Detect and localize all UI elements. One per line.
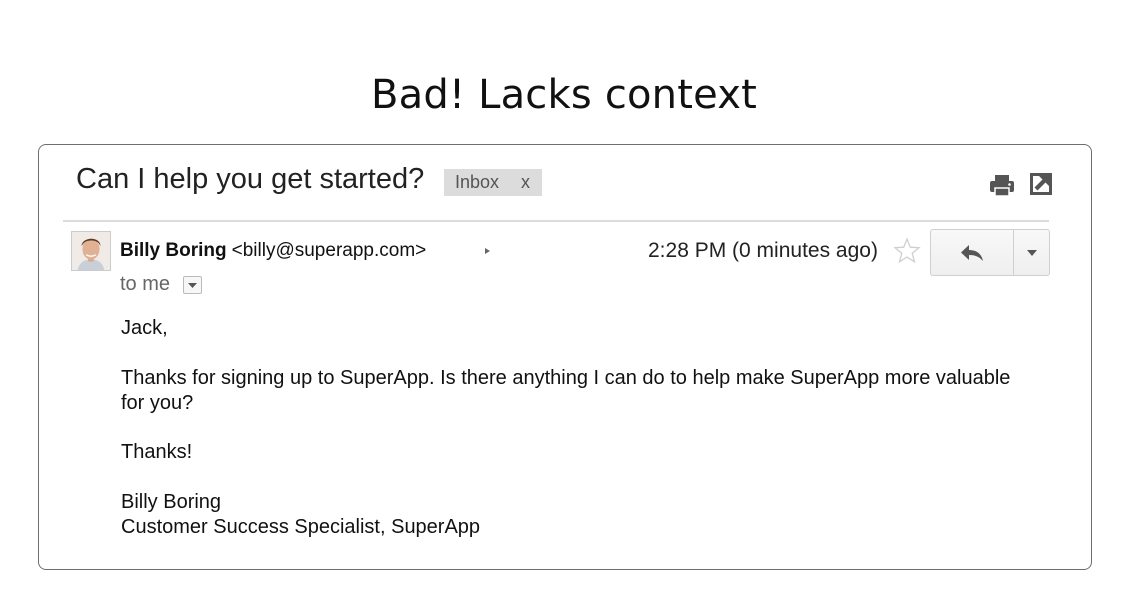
new-window-icon[interactable] — [1029, 172, 1053, 196]
caret-down-icon — [188, 282, 197, 288]
recipient-details-dropdown[interactable] — [183, 276, 202, 294]
sender-name[interactable]: Billy Boring — [120, 240, 227, 261]
sender-email: <billy@superapp.com> — [231, 240, 427, 261]
show-details-icon[interactable] — [484, 247, 492, 255]
header-divider — [63, 220, 1049, 222]
sender-line: Billy Boring <billy@superapp.com> — [120, 240, 426, 262]
reply-arrow-icon — [961, 244, 983, 261]
email-message: Thanks for signing up to SuperApp. Is th… — [121, 367, 1011, 414]
email-timestamp: 2:28 PM (0 minutes ago) — [648, 239, 878, 262]
print-icon[interactable] — [989, 173, 1015, 197]
recipient-text: to me — [120, 273, 171, 295]
remove-label-button[interactable]: x — [521, 172, 530, 193]
signature-name: Billy Boring — [121, 491, 222, 513]
star-icon[interactable] — [892, 236, 922, 266]
inbox-label-chip[interactable]: Inbox x — [444, 169, 542, 196]
reply-button-group — [930, 229, 1050, 276]
email-greeting: Jack, — [121, 317, 168, 339]
slide-heading: Bad! Lacks context — [371, 72, 757, 118]
caret-down-icon — [1026, 249, 1037, 256]
email-subject: Can I help you get started? — [76, 163, 425, 195]
email-panel: Can I help you get started? Inbox x Bill… — [38, 144, 1092, 570]
reply-button[interactable] — [931, 230, 1014, 275]
more-actions-button[interactable] — [1014, 230, 1049, 275]
inbox-label-text: Inbox — [455, 172, 500, 192]
sender-avatar — [71, 231, 111, 271]
email-closing: Thanks! — [121, 441, 193, 463]
signature-title: Customer Success Specialist, SuperApp — [121, 516, 481, 538]
